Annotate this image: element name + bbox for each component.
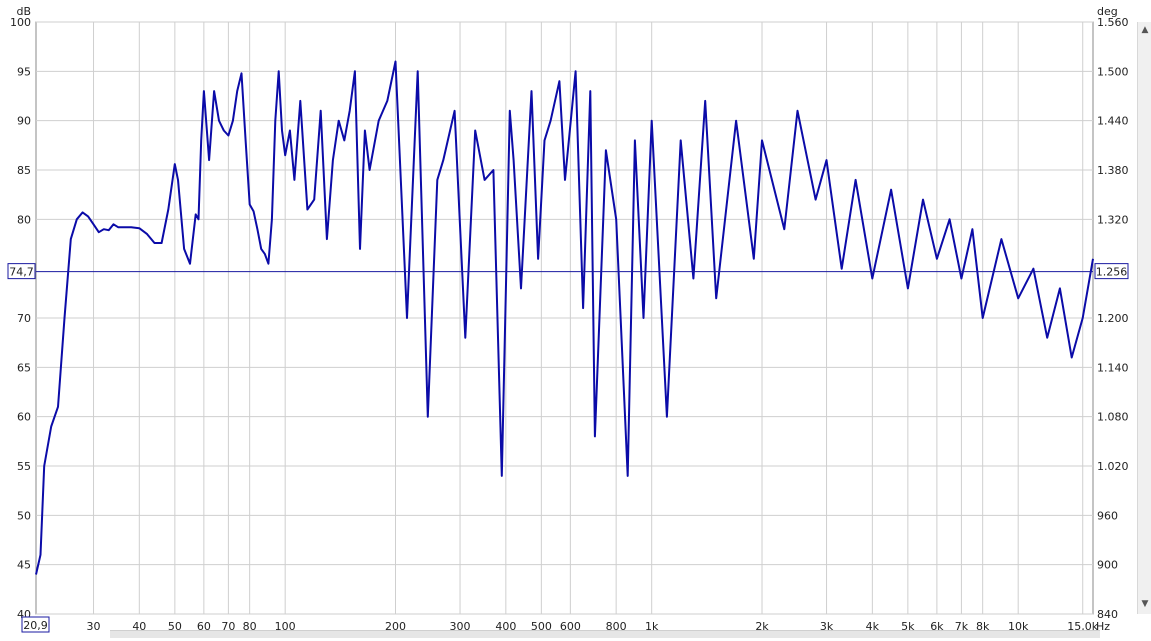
y2-tick-label: 1.140	[1097, 361, 1129, 374]
y-tick-label: 90	[17, 115, 31, 128]
y2-tick-label: 1.320	[1097, 213, 1129, 226]
scroll-down-icon[interactable]: ▼	[1139, 598, 1151, 610]
chart-canvas: 30 40 50 60 70 80 100 200 300 400 500 600 800 1k 2k 3k 4…	[7, 5, 1129, 633]
y-tick-label: 55	[17, 460, 31, 473]
cursor-left-label: 74,7	[9, 266, 34, 279]
y-tick-label: 70	[17, 312, 31, 325]
y2-axis-label: deg	[1097, 5, 1118, 18]
y2-tick-label: 1.440	[1097, 115, 1129, 128]
y2-tick-label: 1.380	[1097, 164, 1129, 177]
cursor-right-label: 1.256	[1096, 266, 1128, 279]
y2-tick-label: 1.020	[1097, 460, 1129, 473]
y-tick-label: 65	[17, 361, 31, 374]
y-tick-label: 45	[17, 559, 31, 572]
scroll-up-icon[interactable]: ▲	[1139, 24, 1151, 36]
y-axis-label: dB	[16, 5, 31, 18]
vertical-scrollbar[interactable]: ▲ ▼	[1137, 22, 1151, 614]
cursor-x-label: 20,9	[23, 619, 48, 632]
y-tick-label: 50	[17, 509, 31, 522]
x-tick-label: 30	[87, 620, 101, 633]
y2-tick-label: 900	[1097, 559, 1118, 572]
y2-tick-label: 1.080	[1097, 411, 1129, 424]
frequency-response-chart: 30 40 50 60 70 80 100 200 300 400 500 600 800 1k 2k 3k 4…	[0, 0, 1151, 637]
y2-tick-label: 960	[1097, 509, 1118, 522]
y-tick-label: 95	[17, 65, 31, 78]
y-tick-label: 85	[17, 164, 31, 177]
y-tick-label: 60	[17, 411, 31, 424]
y-tick-label: 80	[17, 213, 31, 226]
y2-tick-label: 1.500	[1097, 65, 1129, 78]
y2-tick-label: 1.200	[1097, 312, 1129, 325]
